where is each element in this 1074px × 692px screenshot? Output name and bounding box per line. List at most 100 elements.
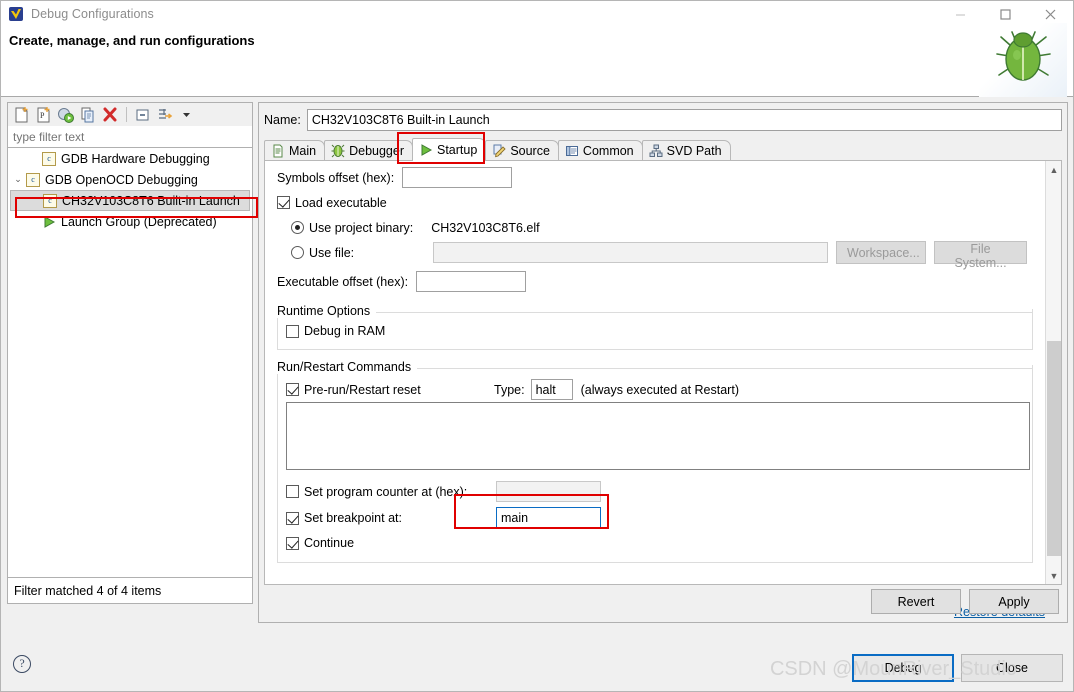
use-file-radio[interactable] [291, 246, 304, 259]
title-bar: Debug Configurations [1, 1, 1073, 27]
executable-offset-label: Executable offset (hex): [277, 274, 409, 289]
filter-status-bar: Filter matched 4 of 4 items [7, 578, 253, 604]
debug-in-ram-checkbox[interactable] [286, 324, 299, 338]
continue-checkbox[interactable] [286, 536, 299, 550]
collapse-all-icon[interactable] [133, 105, 153, 125]
debug-in-ram-row[interactable]: Debug in RAM [286, 321, 1024, 341]
configuration-tabs: Main Debugger Startup Source Common SVD … [264, 138, 1062, 161]
chevron-down-icon[interactable]: ⌄ [10, 174, 26, 185]
set-program-counter-row[interactable]: Set program counter at (hex): [286, 479, 1024, 504]
new-launch-configuration-icon[interactable] [12, 105, 32, 125]
play-icon [42, 215, 56, 229]
tree-item-label: GDB Hardware Debugging [61, 151, 210, 166]
filter-text-field[interactable] [7, 126, 253, 148]
continue-label: Continue [304, 536, 355, 550]
executable-offset-input[interactable] [416, 271, 527, 292]
set-program-counter-label: Set program counter at (hex): [304, 484, 468, 499]
use-project-binary-row[interactable]: Use project binary: CH32V103C8T6.elf [277, 215, 1033, 240]
tab-label: Startup [437, 143, 478, 157]
new-prototype-icon[interactable]: P [34, 105, 54, 125]
use-file-label: Use file: [309, 245, 355, 260]
green-bug-icon [979, 23, 1067, 97]
debug-in-ram-label: Debug in RAM [304, 324, 386, 338]
tab-label: Debugger [349, 144, 404, 158]
duplicate-icon[interactable] [78, 105, 98, 125]
tab-label: Common [582, 144, 634, 158]
window-title: Debug Configurations [31, 7, 154, 21]
tree-item-gdb-openocd-debugging[interactable]: ⌄ c GDB OpenOCD Debugging [8, 169, 252, 190]
run-restart-commands-body: Pre-run/Restart reset Type: (always exec… [277, 365, 1033, 563]
configurations-tree[interactable]: c GDB Hardware Debugging ⌄ c GDB OpenOCD… [7, 148, 253, 578]
eclipse-icon [8, 6, 24, 22]
c-config-icon: c [42, 151, 56, 166]
scroll-up-arrow[interactable]: ▲ [1046, 161, 1061, 178]
source-tab-icon [492, 144, 506, 158]
runtime-options-title: Runtime Options [277, 304, 377, 318]
tab-startup[interactable]: Startup [412, 138, 487, 161]
prerun-reset-row[interactable]: Pre-run/Restart reset Type: (always exec… [286, 377, 1024, 402]
load-executable-checkbox[interactable] [277, 196, 290, 209]
startup-tab-panel: Symbols offset (hex): Load executable Us… [264, 160, 1062, 585]
workspace-button[interactable]: Workspace... [836, 241, 926, 264]
dialog-header: Create, manage, and run configurations [1, 23, 1073, 97]
set-breakpoint-checkbox[interactable] [286, 511, 299, 525]
use-file-row[interactable]: Use file: Workspace... File System... [277, 240, 1033, 270]
scroll-down-arrow[interactable]: ▼ [1046, 567, 1061, 584]
run-restart-commands-title: Run/Restart Commands [277, 360, 418, 374]
prerun-restart-reset-checkbox[interactable] [286, 383, 299, 396]
set-breakpoint-label: Set breakpoint at: [304, 511, 402, 525]
svd-path-tab-icon [649, 144, 663, 158]
tab-common[interactable]: Common [557, 140, 643, 161]
tree-item-gdb-hardware-debugging[interactable]: c GDB Hardware Debugging [8, 148, 252, 169]
tab-source[interactable]: Source [485, 140, 559, 161]
scrollbar-thumb[interactable] [1047, 341, 1061, 556]
filter-launch-configurations-icon[interactable] [155, 105, 175, 125]
export-icon[interactable] [56, 105, 76, 125]
delete-icon[interactable] [100, 105, 120, 125]
tab-debugger[interactable]: Debugger [324, 140, 413, 161]
c-config-icon: c [43, 193, 57, 208]
configuration-name-input[interactable] [306, 109, 1062, 131]
use-file-input[interactable] [433, 242, 828, 263]
executable-offset-row: Executable offset (hex): [277, 269, 1033, 294]
c-config-icon: c [26, 172, 40, 187]
minimize-button[interactable] [938, 1, 983, 27]
page-title: Create, manage, and run configurations [9, 33, 255, 48]
filter-status-text: Filter matched 4 of 4 items [14, 583, 162, 598]
search-input[interactable] [8, 127, 252, 146]
startup-panel-scrollbar[interactable]: ▲ ▼ [1045, 161, 1061, 584]
run-restart-commands-textarea[interactable] [286, 402, 1030, 470]
main-tab-icon [271, 144, 285, 158]
startup-form: Symbols offset (hex): Load executable Us… [265, 161, 1045, 563]
reset-type-input[interactable] [530, 379, 573, 400]
set-program-counter-checkbox[interactable] [286, 485, 299, 498]
use-project-binary-radio[interactable] [291, 221, 304, 234]
view-menu-icon[interactable] [177, 105, 197, 125]
tree-item-launch-group-deprecated[interactable]: Launch Group (Deprecated) [8, 211, 252, 232]
common-tab-icon [565, 144, 579, 158]
tab-main[interactable]: Main [264, 140, 326, 161]
set-breakpoint-input[interactable] [496, 507, 601, 529]
runtime-options-group: Runtime Options Debug in RAM [277, 304, 1033, 350]
load-executable-label: Load executable [295, 195, 387, 210]
prerun-restart-reset-label: Pre-run/Restart reset [304, 382, 421, 397]
help-icon[interactable]: ? [13, 655, 31, 673]
tab-svd-path[interactable]: SVD Path [641, 140, 731, 161]
set-program-counter-input[interactable] [496, 481, 601, 502]
debug-configurations-dialog: Debug Configurations Create, manage, and… [0, 0, 1074, 692]
symbols-offset-input[interactable] [402, 167, 513, 188]
tree-item-ch32v103c8t6-built-in-launch[interactable]: c CH32V103C8T6 Built-in Launch [10, 190, 250, 211]
set-breakpoint-row[interactable]: Set breakpoint at: [286, 504, 1024, 532]
configuration-name-row: Name: [264, 109, 1062, 131]
file-system-button[interactable]: File System... [934, 241, 1027, 270]
configurations-panel: P type filter text c GDB Hardware Debugg… [7, 102, 253, 623]
reset-type-note: (always executed at Restart) [580, 382, 739, 397]
editor-action-buttons: Revert Apply [871, 589, 1059, 614]
reset-type-label: Type: [494, 382, 525, 397]
revert-button[interactable]: Revert [871, 589, 961, 614]
continue-row[interactable]: Continue [286, 532, 1024, 554]
use-project-binary-label: Use project binary: [309, 220, 414, 235]
tree-item-label: CH32V103C8T6 Built-in Launch [62, 193, 240, 208]
load-executable-row[interactable]: Load executable [277, 190, 1033, 215]
apply-button[interactable]: Apply [969, 589, 1059, 614]
